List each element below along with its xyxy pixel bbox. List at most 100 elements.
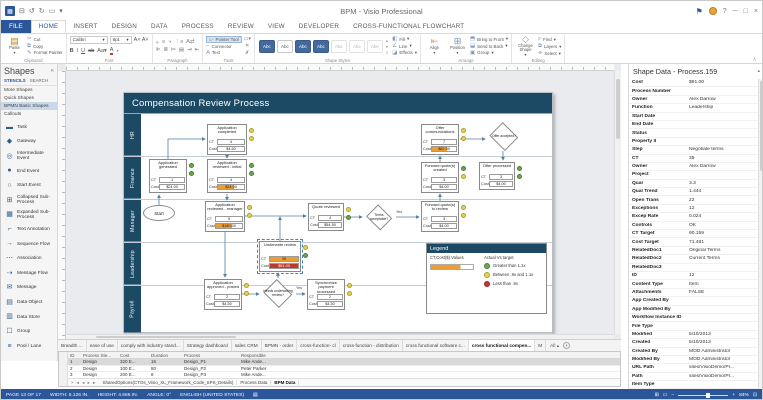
shapes-panel-tab[interactable]: SEARCH (30, 78, 48, 83)
ribbon-tab[interactable]: DESIGN (105, 20, 144, 33)
send-to-back-button[interactable]: ⬓Send to Back▾ (470, 43, 508, 50)
macro-icon[interactable]: ▤ (253, 392, 258, 398)
canvas-vertical-scrollbar[interactable] (614, 71, 621, 334)
find-button[interactable]: ⌕Find▾ (538, 36, 561, 43)
page-tab[interactable]: M (535, 340, 546, 351)
flow-decision-needs-underwriting-review[interactable]: Needs underwriting review? Yes (261, 279, 295, 308)
field-value[interactable]: $91.00 (689, 80, 758, 85)
drawing-canvas[interactable]: Compensation Review Process HR Finance M… (58, 64, 621, 339)
connection-point-icon[interactable]: ✗ (245, 50, 249, 56)
stencil-shape-item[interactable]: ▬ Task (1, 120, 57, 135)
undo-icon[interactable]: ↺ (29, 7, 35, 15)
style-thumb[interactable]: Abc (259, 40, 275, 53)
page-tab[interactable]: cross functional software c... (403, 340, 469, 351)
stencil-link[interactable]: Callouts (1, 110, 57, 118)
text-tool-button[interactable]: AText (206, 50, 241, 57)
stencil-link[interactable]: More Shapes (1, 86, 57, 94)
flow-node-application-reviewed-manager[interactable]: Application reviewed - manager CT5 Cost$… (205, 201, 245, 232)
field-value[interactable]: Current Terms (689, 256, 758, 261)
flow-node-underwrite-review-selected[interactable]: Underwrite review CT35 Cost$91.00 (259, 241, 301, 272)
style-thumb[interactable]: Abc (295, 40, 311, 53)
delete-tool-icon[interactable]: ✕ (245, 43, 249, 49)
ribbon-tab[interactable]: DATA (144, 20, 175, 33)
fit-page-icon[interactable]: ⊡ (753, 392, 757, 398)
page-tab[interactable]: cross-function - distribution (340, 340, 403, 351)
maximize-button[interactable]: □ (744, 8, 748, 15)
effects-button[interactable]: ◪Effects▾ (392, 49, 417, 56)
bold-button[interactable]: B (70, 48, 74, 54)
stencil-link[interactable]: BPMN Basic Shapes (1, 102, 57, 110)
tab-file[interactable]: FILE (1, 20, 31, 33)
style-thumb[interactable]: Abc (313, 40, 329, 53)
stencil-shape-item[interactable]: ⋯ Association (1, 251, 57, 266)
field-value[interactable]: Alex Darrow (689, 97, 758, 102)
align-bottom-icon[interactable]: ⫟ (168, 39, 171, 46)
close-external-data-icon[interactable]: × (71, 380, 74, 385)
sheet-tab[interactable]: Process Data (237, 380, 271, 385)
style-thumb[interactable]: Abc (331, 40, 347, 53)
customize-qat-icon[interactable]: ▾ (59, 7, 63, 15)
page-tab[interactable]: BPMN - order (262, 340, 298, 351)
select-button[interactable]: ⌯Select▾ (538, 50, 561, 57)
page-tab[interactable]: cross functional compen... (469, 340, 535, 351)
collapse-panel-icon[interactable]: « (51, 68, 54, 74)
stencil-shape-item[interactable]: ✉ Message (1, 281, 57, 296)
underline-button[interactable]: U (81, 48, 85, 54)
sheet-tab[interactable]: SharedOptions(CTOs_Visio_XL_Framework_Co… (99, 380, 237, 385)
style-thumb[interactable]: Abc (349, 40, 365, 53)
flow-node-application-reviewed-initial[interactable]: Application reviewed - initial CT4 Cost$… (207, 159, 247, 193)
flow-node-offer-processed[interactable]: Offer processed CT3 Cost$4.00 (479, 162, 515, 190)
field-value[interactable]: Item (689, 282, 758, 287)
fill-button[interactable]: ◧Fill▾ (392, 36, 417, 43)
sheet-nav-arrows[interactable]: ◂ ◂ ▸ ▸ (77, 380, 97, 386)
panel-collapse-icon[interactable]: ▴ (757, 68, 760, 74)
stencil-shape-item[interactable]: ⌐ Text Annotation (1, 222, 57, 237)
sheet-tab[interactable]: BPM Data (271, 380, 299, 385)
ribbon-tab[interactable]: VIEW (261, 20, 292, 33)
stencil-shape-item[interactable]: ⊞ Collapsed Sub-Process (1, 193, 57, 208)
stencil-shape-item[interactable]: ● End Event (1, 164, 57, 179)
style-thumb[interactable]: Abc (367, 40, 383, 53)
zoom-in-button[interactable]: + (732, 393, 735, 398)
minimize-button[interactable]: ─ (733, 8, 738, 15)
align-button[interactable]: ⇤Align▾ (424, 35, 445, 57)
presentation-mode-icon[interactable]: ⊞ (655, 392, 659, 398)
flow-node-start[interactable]: Start (143, 205, 175, 221)
ribbon-collapse-icon[interactable]: ˄ (753, 57, 756, 63)
status-item[interactable]: ENGLISH (UNITED STATES) (180, 393, 244, 398)
status-item[interactable]: PAGE 13 OF 17 (6, 393, 41, 398)
field-value[interactable]: 0.024 (689, 214, 758, 219)
field-value[interactable]: MOD Administrator (689, 357, 758, 362)
bring-to-front-button[interactable]: ⬒Bring to Front▾ (470, 36, 508, 43)
flow-node-application-completed[interactable]: Application completed CT4 Cost$4.50 (207, 124, 247, 155)
page-tab[interactable]: cross-function- cl (297, 340, 339, 351)
field-value[interactable]: 90.159 (689, 231, 758, 236)
status-item[interactable]: WIDTH: 5.126 IN. (50, 393, 89, 398)
bullets-icon[interactable]: ⋮≡ (175, 39, 184, 46)
stencil-shape-item[interactable]: ▦ Expanded Sub-Process (1, 208, 57, 223)
align-right-icon[interactable]: ⊨ (171, 47, 176, 53)
flow-node-forward-quotes-to-review[interactable]: Forward quote(s) to review CT3 Cost$4.00 (421, 201, 459, 232)
page-all-dropdown[interactable]: All ▴ (550, 343, 559, 349)
stencil-shape-item[interactable]: → Sequence Flow (1, 237, 57, 252)
align-top-icon[interactable]: ⫠ (156, 39, 159, 46)
flow-decision-offer-accepted[interactable]: Offer accepted? (487, 122, 521, 151)
group-button[interactable]: ▣Group▾ (470, 49, 508, 56)
shape-data-scrollbar[interactable] (758, 79, 763, 389)
field-value[interactable]: 5/10/2013 (689, 332, 758, 337)
format-painter-button[interactable]: ✎Format Painter (27, 50, 63, 57)
flow-node-application-generated[interactable]: Application generated CT1 Cost$24.00 (149, 159, 187, 193)
field-value[interactable]: 12 (689, 206, 758, 211)
field-value[interactable]: 22 (689, 198, 758, 203)
help-button[interactable]: ? (723, 8, 727, 15)
stencil-shape-item[interactable]: ○ Start Event (1, 178, 57, 193)
legend[interactable]: Legend CT,Cost($) Values Actual Vs targe… (426, 243, 547, 314)
outdent-icon[interactable]: ⇤ (195, 47, 200, 53)
font-color-button[interactable]: A (110, 47, 114, 55)
page-tab[interactable]: ease of use (87, 340, 118, 351)
field-value[interactable]: 71.481 (689, 240, 758, 245)
stencil-shape-item[interactable]: ▤ Data Object (1, 295, 57, 310)
case-button[interactable]: Aa▾ (97, 48, 107, 54)
close-button[interactable]: × (754, 8, 758, 15)
flow-node-offer-communications[interactable]: Offer communications CT7 Cost$82.50 (421, 124, 459, 155)
